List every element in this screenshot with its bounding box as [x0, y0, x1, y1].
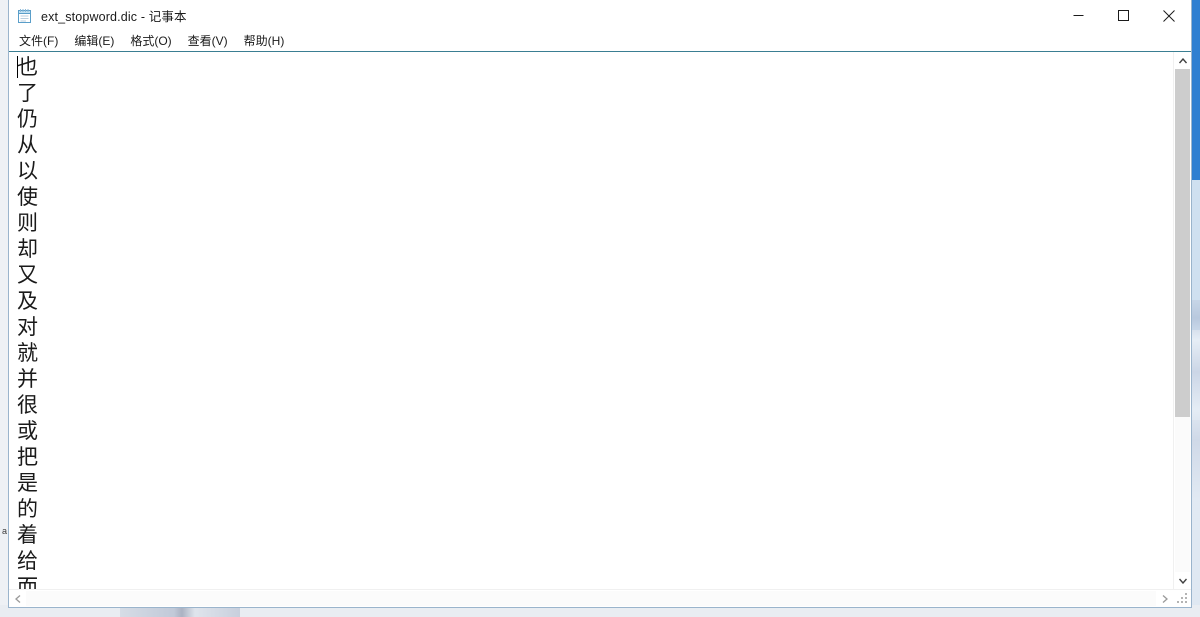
- window-resize-grip[interactable]: [1175, 591, 1190, 606]
- menu-edit[interactable]: 编辑(E): [74, 31, 114, 51]
- screen: a ext_stopword.dic - 记事本 文件(F) 编辑(E) 格式(…: [0, 0, 1200, 617]
- document-line: 却: [17, 237, 38, 261]
- document-line: 了: [17, 81, 38, 105]
- window-controls: [1056, 0, 1191, 31]
- text-caret: [17, 56, 18, 78]
- document-line: 使: [17, 185, 38, 209]
- scroll-right-arrow-icon[interactable]: [1156, 590, 1173, 607]
- minimize-button[interactable]: [1056, 0, 1101, 31]
- document-line: 着: [17, 523, 38, 547]
- menu-file[interactable]: 文件(F): [19, 31, 58, 51]
- horizontal-scrollbar[interactable]: [9, 589, 1191, 607]
- document-line: 给: [17, 549, 38, 573]
- document-line: 也: [17, 55, 38, 79]
- document-line: 以: [17, 159, 38, 183]
- scroll-up-arrow-icon[interactable]: [1174, 52, 1191, 69]
- document-line: 并: [17, 367, 38, 391]
- scroll-left-arrow-icon[interactable]: [9, 590, 26, 607]
- document-line: 对: [17, 315, 38, 339]
- vertical-scrollbar[interactable]: [1173, 52, 1191, 589]
- notepad-window: ext_stopword.dic - 记事本 文件(F) 编辑(E) 格式(O)…: [8, 0, 1192, 608]
- document-line: 则: [17, 211, 38, 235]
- close-button[interactable]: [1146, 0, 1191, 31]
- document-line: 仍: [17, 107, 38, 131]
- document-line: 及: [17, 289, 38, 313]
- menu-bar: 文件(F) 编辑(E) 格式(O) 查看(V) 帮助(H): [9, 31, 1191, 52]
- scroll-down-arrow-icon[interactable]: [1174, 572, 1191, 589]
- vertical-scroll-thumb[interactable]: [1175, 69, 1190, 417]
- document-line: 又: [17, 263, 38, 287]
- notepad-icon: [17, 8, 33, 24]
- document-line: 而: [17, 575, 38, 589]
- document-line: 是: [17, 471, 38, 495]
- document-line: 或: [17, 419, 38, 443]
- document-line: 把: [17, 445, 38, 469]
- menu-view[interactable]: 查看(V): [188, 31, 228, 51]
- vertical-scroll-track[interactable]: [1175, 417, 1190, 572]
- editor-area: 也了仍从以使则却又及对就并很或把是的着给而被: [9, 52, 1191, 607]
- document-line: 的: [17, 497, 38, 521]
- menu-help[interactable]: 帮助(H): [244, 31, 285, 51]
- maximize-button[interactable]: [1101, 0, 1146, 31]
- window-title: ext_stopword.dic - 记事本: [41, 10, 187, 24]
- text-editor[interactable]: 也了仍从以使则却又及对就并很或把是的着给而被: [9, 52, 1173, 589]
- document-line: 就: [17, 341, 38, 365]
- document-line: 从: [17, 133, 38, 157]
- horizontal-scroll-track[interactable]: [26, 591, 1156, 606]
- title-bar[interactable]: ext_stopword.dic - 记事本: [9, 0, 1191, 31]
- menu-format[interactable]: 格式(O): [130, 31, 171, 51]
- document-line: 很: [17, 393, 38, 417]
